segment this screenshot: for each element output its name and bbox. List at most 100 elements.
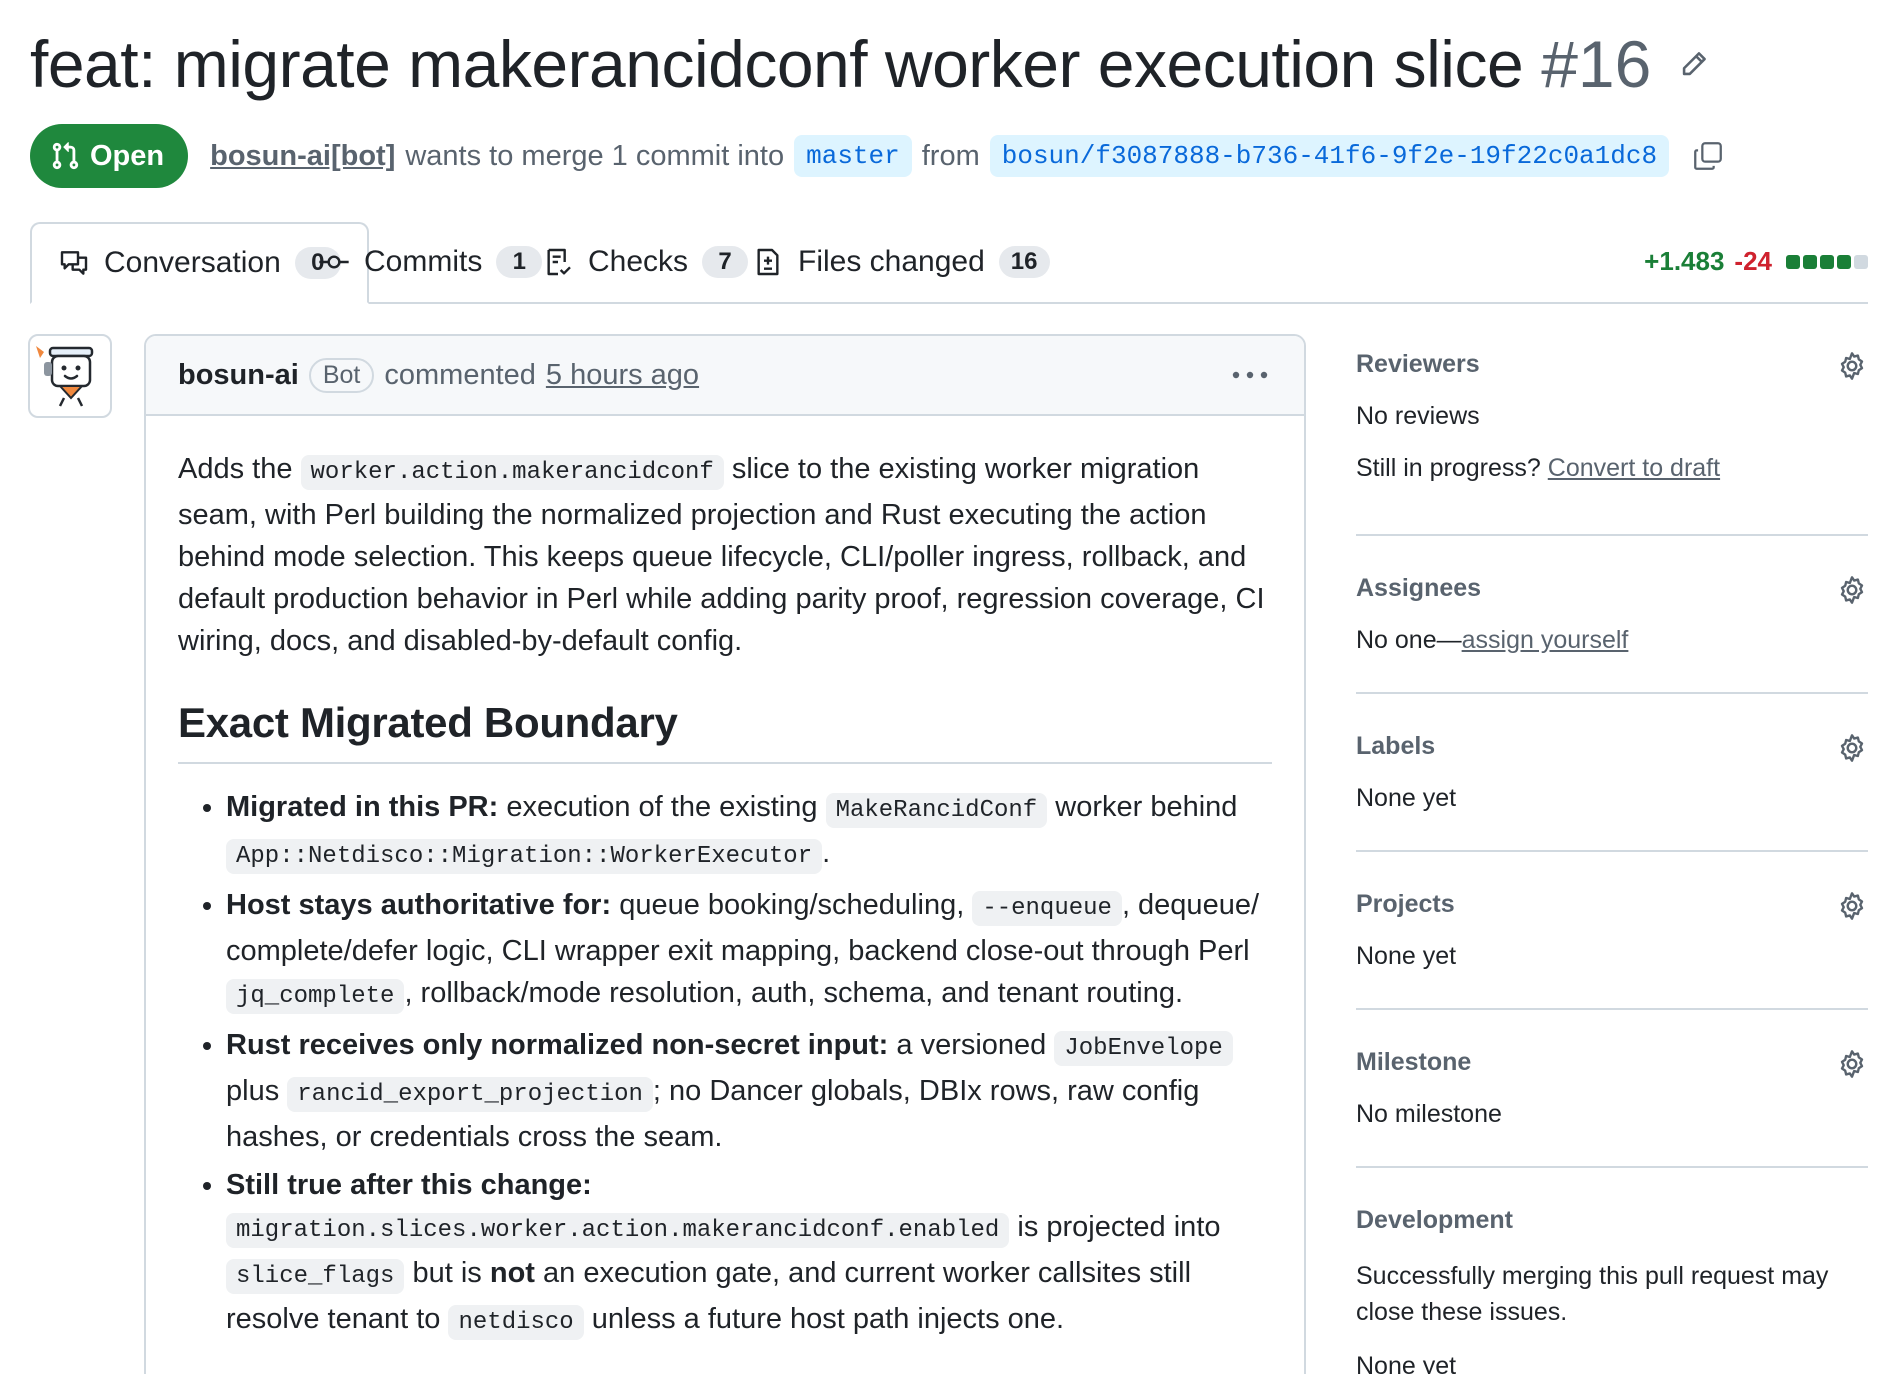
text: is projected into (1009, 1211, 1221, 1243)
pr-author-link[interactable]: bosun-ai[bot] (210, 140, 395, 173)
text: . (822, 837, 831, 869)
comment-timestamp[interactable]: 5 hours ago (546, 359, 699, 392)
tab-label: Files changed (798, 245, 985, 278)
labels-section: Labels None yet (1356, 694, 1868, 852)
text: worker behind (1047, 791, 1238, 823)
assign-yourself-link[interactable]: assign yourself (1462, 626, 1629, 654)
milestone-value: No milestone (1356, 1100, 1502, 1128)
inline-code: worker.action.makerancidconf (300, 455, 724, 490)
kebab-horizontal-icon[interactable] (1228, 360, 1272, 390)
diffstat-block (1803, 254, 1817, 269)
file-diff-icon (757, 248, 779, 276)
inline-code: App::Netdisco::Migration::WorkerExecutor (226, 839, 823, 874)
text: execution of the existing (498, 791, 826, 823)
gear-icon[interactable] (1836, 350, 1868, 382)
assignees-heading[interactable]: Assignees (1356, 574, 1481, 603)
bold-text: Migrated in this PR: (226, 791, 499, 823)
pr-number: #16 (1541, 27, 1652, 101)
avatar[interactable] (28, 334, 112, 418)
development-text: Successfully merging this pull request m… (1356, 1262, 1829, 1326)
convert-to-draft-link[interactable]: Convert to draft (1548, 454, 1720, 482)
bold-text: not (489, 1257, 535, 1289)
list-item: Host stays authoritative for: queue book… (226, 884, 1272, 1018)
diffstat: +1.483 -24 (1644, 246, 1868, 277)
no-one-text: No one— (1356, 626, 1462, 654)
merge-text: wants to merge 1 commit into (405, 139, 785, 172)
intro-paragraph: Adds the worker.action.makerancidconf sl… (178, 448, 1272, 662)
inline-code: --enqueue (972, 891, 1122, 926)
gear-icon[interactable] (1836, 732, 1868, 764)
inline-code: slice_flags (226, 1259, 405, 1294)
reviewers-value: No reviews (1356, 402, 1480, 430)
text: queue booking/scheduling, (611, 889, 973, 921)
tab-label: Conversation (104, 246, 281, 279)
tab-counter: 16 (998, 246, 1050, 278)
progress-text: Still in progress? (1356, 454, 1541, 482)
inline-code: MakeRancidConf (825, 793, 1048, 828)
gear-icon[interactable] (1836, 890, 1868, 922)
tab-label: Checks (588, 245, 689, 278)
list-item: Rust receives only normalized non-secret… (226, 1024, 1272, 1158)
assignees-value: No one—assign yourself (1356, 626, 1628, 655)
tab-counter: 7 (702, 246, 749, 278)
diffstat-blocks (1786, 254, 1868, 269)
state-label: Open (90, 139, 165, 172)
text: Adds the (178, 453, 301, 485)
git-commit-icon (319, 255, 349, 269)
tab-checks[interactable]: Checks 7 (542, 222, 749, 302)
checklist-icon (547, 248, 571, 276)
bold-text: Still true after this change: (226, 1169, 592, 1201)
text: plus (226, 1075, 288, 1107)
diff-deletions: -24 (1734, 246, 1772, 276)
gear-icon[interactable] (1836, 574, 1868, 606)
git-pull-request-icon (52, 142, 79, 170)
reviewers-heading[interactable]: Reviewers (1356, 350, 1480, 379)
pr-title: feat: migrate makerancidconf worker exec… (30, 27, 1524, 101)
pr-title-row: feat: migrate makerancidconf worker exec… (30, 26, 1711, 102)
tab-files-changed[interactable]: Files changed 16 (752, 222, 1050, 302)
tab-commits[interactable]: Commits 1 (318, 222, 543, 302)
development-section: Development Successfully merging this pu… (1356, 1168, 1868, 1374)
gear-icon[interactable] (1836, 1048, 1868, 1080)
bot-label: Bot (308, 357, 375, 393)
inline-code: rancid_export_projection (287, 1077, 653, 1112)
diffstat-block (1837, 254, 1851, 269)
comment-discussion-icon (60, 251, 88, 275)
list-item: Migrated in this PR: execution of the ex… (226, 786, 1272, 878)
base-branch[interactable]: master (794, 135, 912, 177)
from-text: from (921, 139, 980, 172)
milestone-heading[interactable]: Milestone (1356, 1048, 1471, 1077)
draft-prompt: Still in progress? Convert to draft (1356, 454, 1720, 483)
head-branch[interactable]: bosun/f3087888-b736-41f6-9f2e-19f22c0a1d… (989, 135, 1670, 177)
diffstat-block (1786, 254, 1800, 269)
list-item: Still true after this change: migration.s… (226, 1164, 1272, 1344)
milestone-section: Milestone No milestone (1356, 1010, 1868, 1168)
projects-value: None yet (1356, 942, 1457, 970)
inline-code: migration.slices.worker.action.makeranci… (226, 1213, 1010, 1248)
pr-sidebar: Reviewers No reviews Still in progress? … (1356, 334, 1868, 1374)
inline-code: jq_complete (226, 979, 405, 1014)
comment-author[interactable]: bosun-ai (178, 359, 299, 392)
diffstat-block (1854, 254, 1868, 269)
inline-code: JobEnvelope (1054, 1031, 1233, 1066)
text: a versioned (888, 1029, 1055, 1061)
pull-request-page: feat: migrate makerancidconf worker exec… (0, 0, 1900, 1374)
projects-section: Projects None yet (1356, 852, 1868, 1010)
state-badge: Open (30, 124, 189, 188)
comment-body: Adds the worker.action.makerancidconf sl… (146, 416, 1304, 1344)
tab-counter: 1 (496, 246, 543, 278)
comment-header: bosun-ai Bot commented 5 hours ago (146, 336, 1304, 416)
labels-heading[interactable]: Labels (1356, 732, 1435, 761)
bold-text: Rust receives only normalized non-secret… (226, 1029, 889, 1061)
text: but is (404, 1257, 490, 1289)
development-heading[interactable]: Development (1356, 1206, 1513, 1235)
pencil-icon[interactable] (1677, 47, 1711, 81)
boundary-list: Migrated in this PR: execution of the ex… (178, 786, 1272, 1344)
projects-heading[interactable]: Projects (1356, 890, 1455, 919)
copy-icon[interactable] (1691, 139, 1725, 173)
assignees-section: Assignees No one—assign yourself (1356, 536, 1868, 694)
development-value: None yet (1356, 1352, 1457, 1374)
pr-meta-row: Open bosun-ai[bot] wants to merge 1 comm… (30, 124, 1725, 188)
diffstat-block (1820, 254, 1834, 269)
bold-text: Host stays authoritative for: (226, 889, 612, 921)
